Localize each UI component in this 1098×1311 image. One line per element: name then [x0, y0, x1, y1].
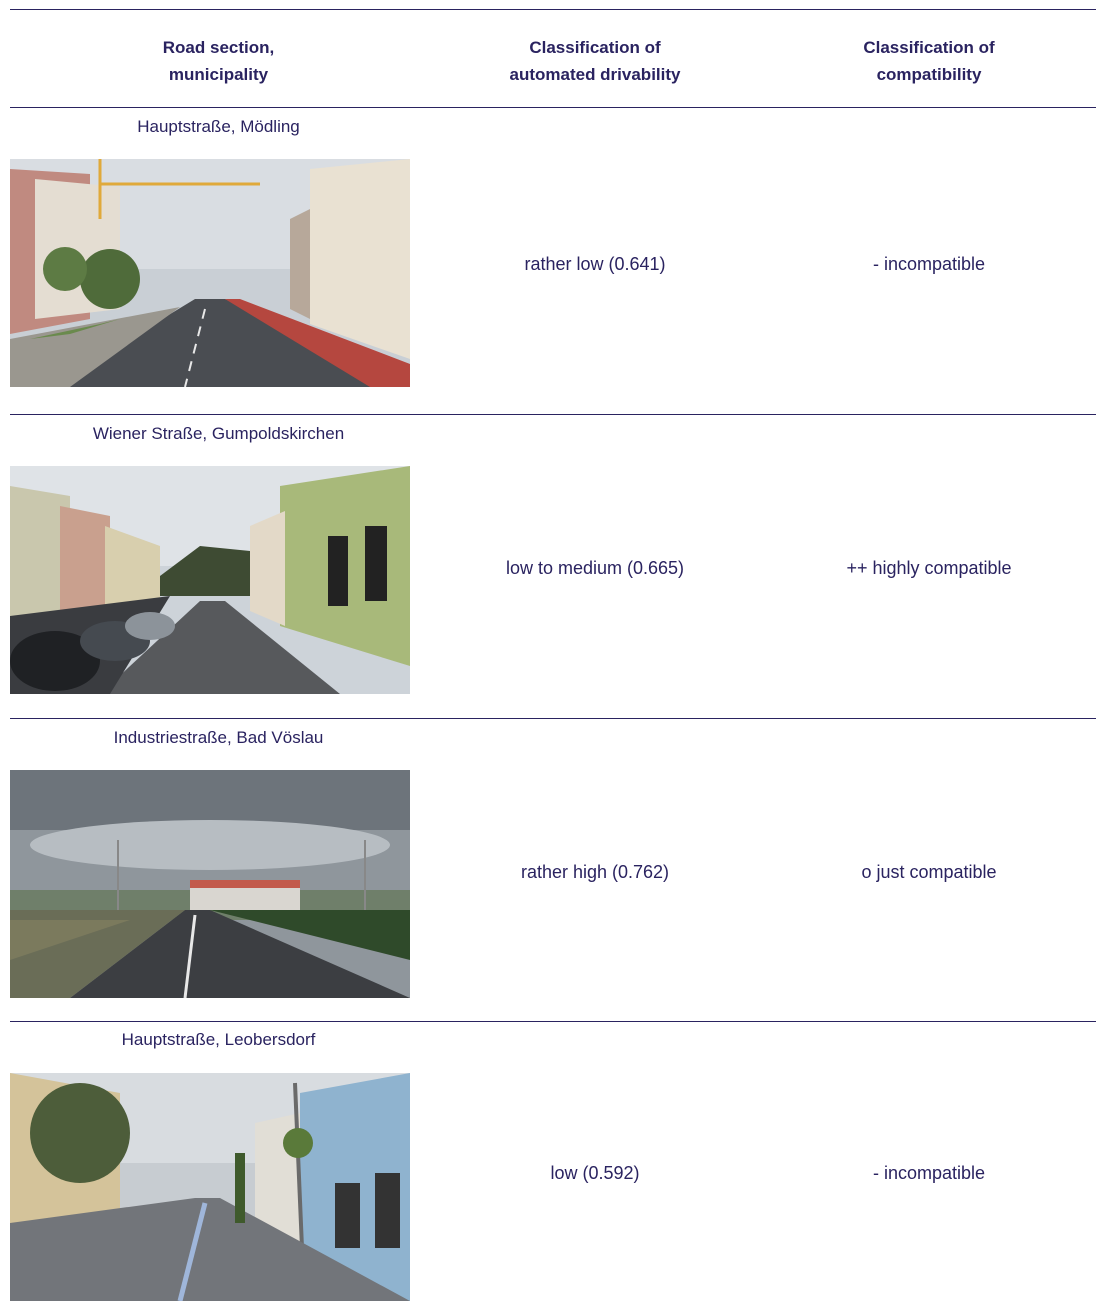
- row-2-compatibility: ++ highly compatible: [846, 558, 1012, 578]
- row-1-drivability: rather low (0.641): [524, 254, 666, 274]
- header-drivability: Classification of automated drivability: [430, 34, 760, 88]
- header-compatibility: Classification of compatibility: [760, 34, 1098, 88]
- street-photo-modling: [10, 159, 410, 387]
- header-compatibility-line1: Classification of: [863, 38, 995, 57]
- row-3-compatibility: o just compatible: [861, 862, 997, 882]
- row-4-compatibility: - incompatible: [872, 1163, 986, 1183]
- row-1-compatibility: - incompatible: [872, 254, 986, 274]
- header-drivability-line1: Classification of: [529, 38, 661, 57]
- row-3-drivability: rather high (0.762): [520, 862, 670, 882]
- row-4-street-photo: [10, 1073, 410, 1301]
- row-2-bottom-rule: [10, 718, 1096, 719]
- header-road-section-line2: municipality: [168, 65, 269, 84]
- header-compatibility-line2: compatibility: [876, 65, 982, 84]
- header-road-section: Road section, municipality: [10, 34, 427, 88]
- street-photo-gumpoldskirchen: [10, 466, 410, 694]
- row-1-street-photo: [10, 159, 410, 387]
- row-4-road-section: Hauptstraße, Leobersdorf: [121, 1030, 316, 1049]
- header-bottom-rule: [10, 107, 1096, 108]
- row-4-drivability: low (0.592): [550, 1163, 640, 1183]
- table-top-rule: [10, 9, 1096, 10]
- header-road-section-line1: Road section,: [162, 38, 275, 57]
- row-3-street-photo: [10, 770, 410, 998]
- row-1-road-section: Hauptstraße, Mödling: [137, 117, 300, 136]
- row-2-street-photo: [10, 466, 410, 694]
- street-photo-bad-voeslau: [10, 770, 410, 998]
- row-1-bottom-rule: [10, 414, 1096, 415]
- header-drivability-line2: automated drivability: [509, 65, 681, 84]
- row-3-road-section: Industriestraße, Bad Vöslau: [113, 728, 324, 747]
- row-2-drivability: low to medium (0.665): [505, 558, 685, 578]
- row-2-road-section: Wiener Straße, Gumpoldskirchen: [92, 424, 345, 443]
- street-photo-leobersdorf: [10, 1073, 410, 1301]
- row-3-bottom-rule: [10, 1021, 1096, 1022]
